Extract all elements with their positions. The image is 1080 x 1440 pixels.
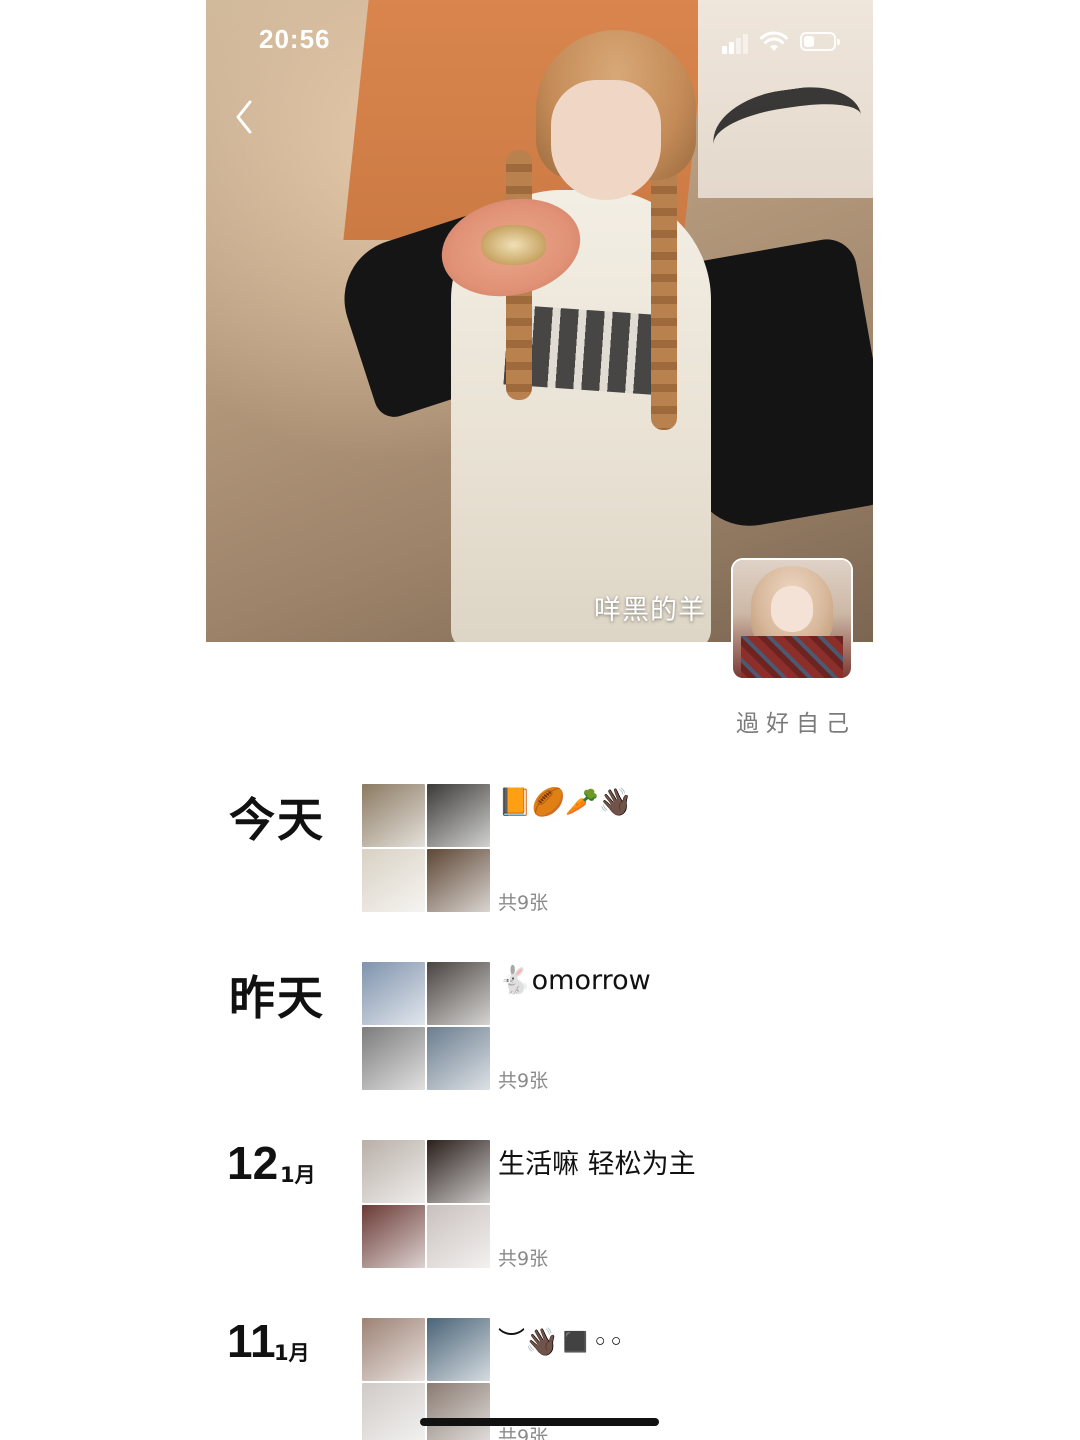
cover-braid-decor bbox=[651, 150, 677, 430]
photo-thumbnail[interactable] bbox=[362, 962, 425, 1025]
back-chevron-icon[interactable] bbox=[228, 96, 262, 138]
entry-caption: 🐇omorrow bbox=[498, 965, 651, 996]
home-indicator[interactable] bbox=[420, 1418, 659, 1426]
entry-date-day: 11 bbox=[227, 1315, 276, 1367]
status-time: 20:56 bbox=[259, 24, 331, 54]
entry-date-month: 1月 bbox=[280, 1163, 316, 1187]
battery-level-fill bbox=[804, 36, 814, 47]
photo-thumbnail[interactable] bbox=[427, 849, 490, 912]
entry-photo-grid[interactable] bbox=[362, 962, 490, 1090]
photo-thumbnail[interactable] bbox=[362, 849, 425, 912]
photo-thumbnail[interactable] bbox=[427, 784, 490, 847]
entry-caption: 📙🏉🥕👋🏿 bbox=[498, 787, 633, 818]
entry-caption: 生活嘛 轻松为主 bbox=[498, 1149, 696, 1180]
entry-caption: ︶👋🏿◼️◦◦ bbox=[498, 1327, 625, 1358]
entry-date-month: 1月 bbox=[274, 1341, 310, 1365]
photo-thumbnail[interactable] bbox=[362, 784, 425, 847]
photo-thumbnail[interactable] bbox=[362, 1140, 425, 1203]
photo-thumbnail[interactable] bbox=[427, 1383, 490, 1440]
entry-date-day: 12 bbox=[227, 1137, 279, 1189]
status-icons bbox=[722, 30, 844, 56]
timeline-entry[interactable]: 昨天 🐇omorrow 共9张 bbox=[0, 962, 1080, 1102]
photo-thumbnail[interactable] bbox=[427, 1140, 490, 1203]
entry-photo-count: 共9张 bbox=[498, 1070, 549, 1092]
timeline-entry[interactable]: 12 1月 生活嘛 轻松为主 共9张 bbox=[0, 1137, 1080, 1280]
entry-date-label: 昨天 bbox=[229, 971, 325, 1025]
photo-thumbnail[interactable] bbox=[362, 1318, 425, 1381]
cover-photo[interactable] bbox=[206, 0, 873, 642]
cover-face-decor bbox=[551, 80, 661, 200]
cover-food-decor bbox=[481, 225, 546, 265]
profile-signature: 過好自己 bbox=[736, 711, 856, 737]
photo-thumbnail[interactable] bbox=[427, 1205, 490, 1268]
entry-photo-grid[interactable] bbox=[362, 784, 490, 912]
profile-name: 咩黑的羊 bbox=[594, 595, 706, 626]
photo-thumbnail[interactable] bbox=[427, 962, 490, 1025]
photo-thumbnail[interactable] bbox=[427, 1318, 490, 1381]
timeline-entry[interactable]: 今天 📙🏉🥕👋🏿 共9张 bbox=[0, 784, 1080, 924]
photo-thumbnail[interactable] bbox=[362, 1027, 425, 1090]
entry-photo-count: 共9张 bbox=[498, 1248, 549, 1270]
wifi-icon bbox=[760, 31, 788, 51]
photo-thumbnail[interactable] bbox=[362, 1383, 425, 1440]
entry-date-label: 今天 bbox=[229, 793, 325, 847]
photo-thumbnail[interactable] bbox=[427, 1027, 490, 1090]
battery-icon bbox=[800, 32, 840, 51]
avatar[interactable] bbox=[733, 560, 851, 678]
moments-profile-screen: 20:56 咩黑的羊 過好自己 今天 📙🏉🥕👋🏿 共9张 昨天 🐇omorrow… bbox=[0, 0, 1080, 1440]
photo-thumbnail[interactable] bbox=[362, 1205, 425, 1268]
entry-photo-count: 共9张 bbox=[498, 892, 549, 914]
entry-photo-grid[interactable] bbox=[362, 1140, 490, 1268]
